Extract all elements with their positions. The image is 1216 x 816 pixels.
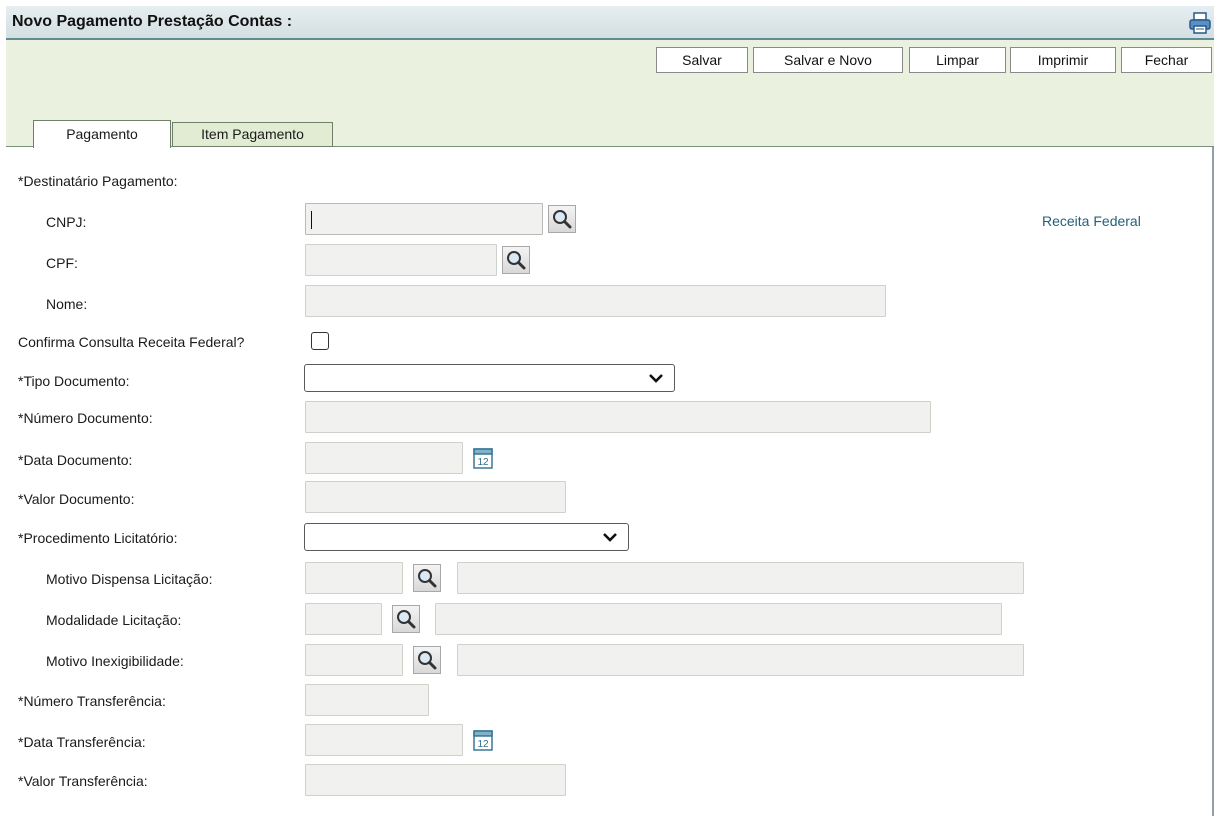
- numero-transferencia-label: *Número Transferência:: [18, 693, 166, 709]
- clear-button[interactable]: Limpar: [909, 47, 1006, 73]
- procedimento-licitatorio-select[interactable]: [304, 523, 629, 551]
- valor-documento-input[interactable]: [305, 481, 566, 513]
- procedimento-licitatorio-label: *Procedimento Licitatório:: [18, 530, 178, 546]
- close-button[interactable]: Fechar: [1121, 47, 1212, 73]
- data-documento-calendar-icon[interactable]: 12: [473, 447, 493, 469]
- tipo-documento-select[interactable]: [304, 364, 675, 392]
- motivo-inexigibilidade-code-input[interactable]: [305, 644, 403, 676]
- valor-transferencia-input[interactable]: [305, 764, 566, 796]
- motivo-inexigibilidade-label: Motivo Inexigibilidade:: [46, 653, 184, 669]
- action-toolbar: Salvar Salvar e Novo Limpar Imprimir Fec…: [6, 40, 1214, 148]
- page-title: Novo Pagamento Prestação Contas :: [12, 13, 293, 30]
- receita-federal-link[interactable]: Receita Federal: [1042, 213, 1141, 229]
- confirma-consulta-label: Confirma Consulta Receita Federal?: [18, 334, 245, 350]
- motivo-inexigibilidade-search-icon[interactable]: [413, 646, 441, 674]
- data-transferencia-input[interactable]: [305, 724, 463, 756]
- modalidade-search-icon[interactable]: [392, 605, 420, 633]
- save-and-new-button[interactable]: Salvar e Novo: [753, 47, 903, 73]
- tab-item-pagamento[interactable]: Item Pagamento: [172, 122, 333, 147]
- nome-label: Nome:: [46, 296, 88, 312]
- confirma-consulta-checkbox[interactable]: [311, 332, 329, 350]
- numero-transferencia-input[interactable]: [305, 684, 429, 716]
- data-transferencia-label: *Data Transferência:: [18, 734, 146, 750]
- title-bar: Novo Pagamento Prestação Contas :: [6, 6, 1214, 40]
- svg-text:12: 12: [477, 739, 489, 750]
- cpf-search-icon[interactable]: [502, 246, 530, 274]
- modalidade-licitacao-label: Modalidade Licitação:: [46, 612, 182, 628]
- chevron-down-icon: [603, 533, 617, 542]
- valor-documento-label: *Valor Documento:: [18, 491, 135, 507]
- chevron-down-icon: [649, 374, 663, 383]
- motivo-dispensa-label: Motivo Dispensa Licitação:: [46, 571, 213, 587]
- motivo-dispensa-description-input[interactable]: [457, 562, 1024, 594]
- valor-transferencia-label: *Valor Transferência:: [18, 773, 148, 789]
- motivo-dispensa-code-input[interactable]: [305, 562, 403, 594]
- destinatario-label: *Destinatário Pagamento:: [18, 173, 178, 189]
- data-transferencia-calendar-icon[interactable]: 12: [473, 729, 493, 751]
- cnpj-input[interactable]: [305, 203, 543, 235]
- cnpj-label: CNPJ:: [46, 214, 87, 230]
- numero-documento-label: *Número Documento:: [18, 410, 153, 426]
- numero-documento-input[interactable]: [305, 401, 931, 433]
- modalidade-description-input[interactable]: [435, 603, 1002, 635]
- tipo-documento-label: *Tipo Documento:: [18, 373, 130, 389]
- cpf-input[interactable]: [305, 244, 497, 276]
- print-button[interactable]: Imprimir: [1010, 47, 1116, 73]
- data-documento-label: *Data Documento:: [18, 452, 133, 468]
- text-caret: [311, 211, 312, 229]
- tab-pagamento[interactable]: Pagamento: [33, 120, 171, 148]
- printer-icon[interactable]: [1188, 11, 1212, 35]
- modalidade-code-input[interactable]: [305, 603, 382, 635]
- motivo-dispensa-search-icon[interactable]: [413, 564, 441, 592]
- nome-input[interactable]: [305, 285, 886, 317]
- cnpj-search-icon[interactable]: [548, 205, 576, 233]
- svg-text:12: 12: [477, 457, 489, 468]
- save-button[interactable]: Salvar: [656, 47, 748, 73]
- data-documento-input[interactable]: [305, 442, 463, 474]
- content-right-border: [1212, 147, 1214, 816]
- cpf-label: CPF:: [46, 255, 78, 271]
- motivo-inexigibilidade-description-input[interactable]: [457, 644, 1024, 676]
